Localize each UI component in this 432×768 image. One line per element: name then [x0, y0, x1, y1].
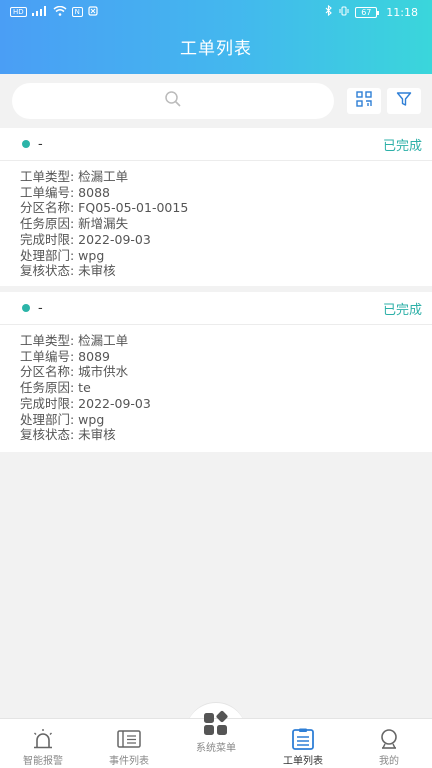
- status-right: 67 11:18: [325, 4, 418, 19]
- status-dot: [22, 140, 30, 148]
- field-order-number: 工单编号: 8088: [20, 184, 110, 200]
- field-zone-name: 分区名称: 城市供水: [20, 364, 129, 380]
- tab-work-order-list[interactable]: 工单列表: [260, 719, 346, 768]
- wifi-icon: [53, 5, 67, 19]
- card-title: -: [38, 136, 43, 152]
- tab-label: 工单列表: [283, 756, 323, 767]
- card-body: 工单类型: 检漏工单 工单编号: 8088 分区名称: FQ05-05-01-0…: [0, 161, 432, 279]
- tab-smart-alarm[interactable]: 智能报警: [0, 719, 86, 768]
- app-header: HD N 67 11:18 工单列表: [0, 0, 432, 74]
- card-title: -: [38, 300, 43, 316]
- field-zone-name: 分区名称: FQ05-05-01-0015: [20, 200, 189, 216]
- bluetooth-icon: [325, 4, 333, 19]
- scan-button[interactable]: [347, 88, 381, 114]
- signal-icon: [31, 5, 48, 19]
- search-row: [12, 83, 422, 119]
- hd-indicator: HD: [10, 7, 27, 17]
- field-task-reason: 任务原因: 新增漏失: [20, 216, 129, 232]
- tab-label: 我的: [379, 756, 399, 767]
- field-deadline: 完成时限: 2022-09-03: [20, 395, 151, 411]
- filter-icon: [396, 91, 412, 111]
- status-dot: [22, 304, 30, 312]
- tab-mine[interactable]: 我的: [346, 719, 432, 768]
- tab-label: 系统菜单: [196, 743, 236, 754]
- field-task-reason: 任务原因: te: [20, 380, 91, 396]
- clipboard-icon: [291, 728, 315, 750]
- status-bar: HD N 67 11:18: [0, 0, 432, 24]
- tab-label: 智能报警: [23, 756, 63, 767]
- vibrate-icon: [338, 6, 350, 19]
- status-left: HD N: [10, 5, 98, 19]
- qr-scan-icon: [356, 91, 372, 111]
- field-order-type: 工单类型: 检漏工单: [20, 169, 129, 184]
- field-review-status: 复核状态: 未审核: [20, 263, 116, 279]
- field-order-type: 工单类型: 检漏工单: [20, 333, 129, 348]
- clock-time: 11:18: [386, 5, 418, 19]
- field-deadline: 完成时限: 2022-09-03: [20, 231, 151, 247]
- menu-grid-icon: [202, 709, 230, 737]
- field-review-status: 复核状态: 未审核: [20, 427, 116, 443]
- search-input[interactable]: [12, 83, 334, 119]
- status-badge: 已完成: [382, 138, 422, 154]
- tab-event-list[interactable]: 事件列表: [86, 719, 172, 768]
- nfc-indicator: N: [71, 7, 83, 17]
- page-title: 工单列表: [180, 39, 252, 59]
- person-icon: [377, 728, 401, 750]
- tab-label: 事件列表: [109, 756, 149, 767]
- field-department: 处理部门: wpg: [20, 247, 105, 263]
- work-order-card[interactable]: - 已完成 工单类型: 检漏工单 工单编号: 8089 分区名称: 城市供水 任…: [0, 292, 432, 452]
- card-body: 工单类型: 检漏工单 工单编号: 8089 分区名称: 城市供水 任务原因: t…: [0, 325, 432, 443]
- list-icon: [117, 728, 141, 750]
- filter-button[interactable]: [387, 88, 421, 114]
- field-order-number: 工单编号: 8089: [20, 348, 110, 364]
- alarm-icon: [31, 728, 55, 750]
- search-icon: [164, 90, 182, 112]
- card-header: - 已完成: [0, 128, 432, 161]
- battery-level: 67: [361, 7, 372, 17]
- status-badge: 已完成: [382, 302, 422, 318]
- alarm-clock-icon: [88, 5, 98, 19]
- card-header: - 已完成: [0, 292, 432, 325]
- battery-icon: 67: [355, 6, 380, 18]
- field-department: 处理部门: wpg: [20, 411, 105, 427]
- work-order-card[interactable]: - 已完成 工单类型: 检漏工单 工单编号: 8088 分区名称: FQ05-0…: [0, 128, 432, 286]
- bottom-tab-bar: 智能报警 事件列表 系统菜单 工单列表 我的: [0, 710, 432, 768]
- tab-system-menu[interactable]: 系统菜单: [173, 710, 259, 768]
